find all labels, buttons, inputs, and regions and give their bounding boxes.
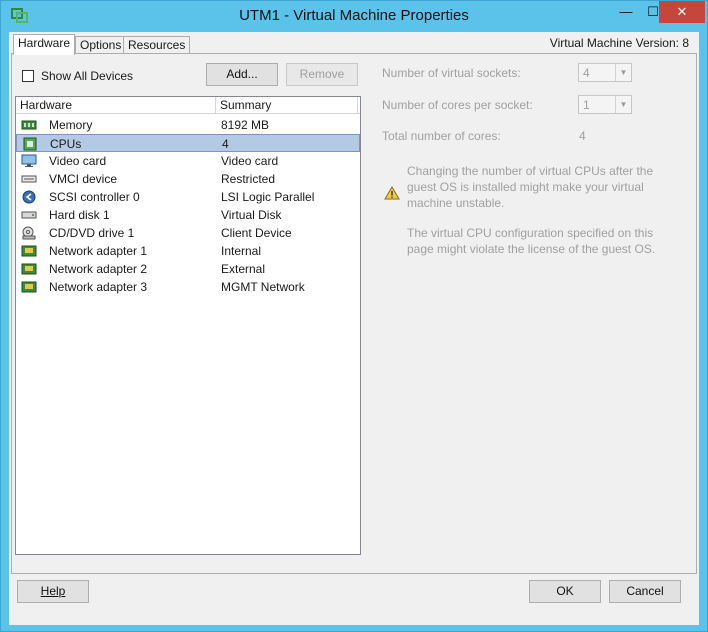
title-bar[interactable]: UTM1 - Virtual Machine Properties — ☐ ✕	[1, 1, 707, 31]
hardware-summary: MGMT Network	[221, 280, 305, 294]
hardware-name: Video card	[49, 154, 107, 168]
network-adapter-icon	[21, 281, 37, 293]
cores-per-socket-select[interactable]: 1 ▼	[578, 95, 632, 114]
hardware-list-header: Hardware Summary	[16, 97, 360, 114]
hardware-row-network-adapter-1[interactable]: Network adapter 1 Internal	[16, 242, 360, 260]
cancel-button[interactable]: Cancel	[609, 580, 681, 603]
hardware-name: Hard disk 1	[49, 208, 110, 222]
hardware-row-cpus[interactable]: CPUs 4	[16, 134, 360, 152]
help-button[interactable]: Help	[17, 580, 89, 603]
virtual-sockets-label: Number of virtual sockets:	[382, 66, 521, 80]
monitor-icon	[21, 154, 37, 167]
virtual-sockets-value: 4	[583, 66, 590, 80]
cpu-icon	[23, 137, 37, 151]
vmci-device-icon	[21, 175, 37, 183]
hardware-row-scsi-controller[interactable]: SCSI controller 0 LSI Logic Parallel	[16, 188, 360, 206]
scsi-controller-icon	[22, 190, 36, 204]
hardware-name: Network adapter 3	[49, 280, 148, 294]
hardware-summary: Video card	[221, 154, 279, 168]
hardware-summary: LSI Logic Parallel	[221, 190, 315, 204]
dialog-client-area: Hardware Options Resources Virtual Machi…	[9, 32, 699, 625]
vm-version-label: Virtual Machine Version: 8	[549, 36, 689, 50]
network-adapter-icon	[21, 245, 37, 257]
network-adapter-icon	[21, 263, 37, 275]
memory-icon	[21, 120, 37, 130]
chevron-down-icon[interactable]: ▼	[615, 96, 631, 113]
hardware-summary: Internal	[221, 244, 262, 258]
total-cores-value: 4	[579, 129, 586, 143]
hardware-summary: 4	[222, 137, 229, 151]
hardware-tab-panel: Show All Devices Add... Remove Hardware …	[11, 53, 697, 574]
cpu-settings-panel: Number of virtual sockets: 4 ▼ Number of…	[372, 54, 692, 574]
hardware-row-memory[interactable]: Memory 8192 MB	[16, 116, 360, 134]
total-cores-label: Total number of cores:	[382, 129, 501, 143]
hardware-row-network-adapter-3[interactable]: Network adapter 3 MGMT Network	[16, 278, 360, 296]
tab-resources[interactable]: Resources	[123, 36, 191, 54]
virtual-sockets-select[interactable]: 4 ▼	[578, 63, 632, 82]
close-button[interactable]: ✕	[659, 1, 705, 23]
hardware-name: Network adapter 1	[49, 244, 148, 258]
column-header-summary[interactable]: Summary	[216, 97, 358, 114]
hardware-row-vmci-device[interactable]: VMCI device Restricted	[16, 170, 360, 188]
cores-per-socket-label: Number of cores per socket:	[382, 98, 533, 112]
license-note: The virtual CPU configuration specified …	[407, 226, 656, 256]
remove-button[interactable]: Remove	[286, 63, 358, 86]
hardware-row-video-card[interactable]: Video card Video card	[16, 152, 360, 170]
hardware-summary: 8192 MB	[221, 118, 270, 132]
hardware-summary: Restricted	[221, 172, 276, 186]
ok-button[interactable]: OK	[529, 580, 601, 603]
chevron-down-icon[interactable]: ▼	[615, 64, 631, 81]
hardware-row-cd-dvd-drive[interactable]: CD/DVD drive 1 Client Device	[16, 224, 360, 242]
tab-options[interactable]: Options	[75, 36, 127, 54]
column-header-hardware[interactable]: Hardware	[16, 97, 216, 114]
show-all-devices-label[interactable]: Show All Devices	[41, 69, 133, 83]
hard-disk-icon	[21, 211, 37, 219]
hardware-name: VMCI device	[49, 172, 118, 186]
vm-properties-window: UTM1 - Virtual Machine Properties — ☐ ✕ …	[0, 0, 708, 632]
hardware-row-hard-disk[interactable]: Hard disk 1 Virtual Disk	[16, 206, 360, 224]
tab-hardware[interactable]: Hardware	[13, 34, 76, 55]
hardware-summary: External	[221, 262, 266, 276]
add-button[interactable]: Add...	[206, 63, 278, 86]
cpu-change-warning: Changing the number of virtual CPUs afte…	[407, 164, 654, 210]
hardware-name: CPUs	[50, 137, 82, 151]
hardware-list[interactable]: Hardware Summary Memory 8192 MB CPUs 4 V…	[15, 96, 361, 555]
hardware-name: Memory	[49, 118, 93, 132]
warning-icon	[384, 186, 400, 200]
hardware-summary: Client Device	[221, 226, 292, 240]
hardware-name: SCSI controller 0	[49, 190, 140, 204]
hardware-name: CD/DVD drive 1	[49, 226, 135, 240]
hardware-summary: Virtual Disk	[221, 208, 282, 222]
hardware-row-network-adapter-2[interactable]: Network adapter 2 External	[16, 260, 360, 278]
cd-dvd-drive-icon	[22, 226, 36, 240]
window-title: UTM1 - Virtual Machine Properties	[239, 7, 469, 24]
cores-per-socket-value: 1	[583, 98, 590, 112]
show-all-devices-checkbox[interactable]	[22, 70, 34, 82]
minimize-button[interactable]: —	[613, 1, 639, 23]
hardware-name: Network adapter 2	[49, 262, 148, 276]
